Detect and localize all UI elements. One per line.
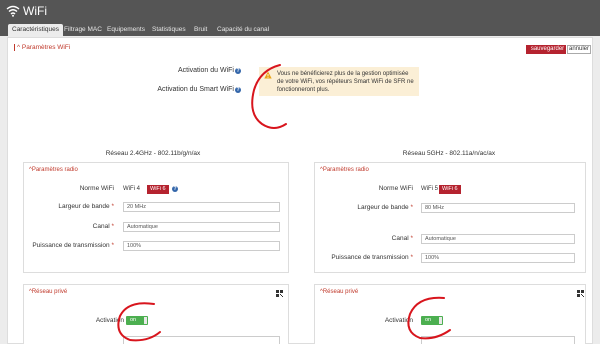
channel-select[interactable]: Automatique: [123, 222, 280, 232]
app-title: WiFi: [6, 4, 47, 18]
private-activation-toggle[interactable]: on: [126, 316, 148, 325]
warning-icon: [264, 71, 272, 79]
channel-label: Canal *: [391, 235, 413, 242]
bandwidth-select[interactable]: 20 MHz: [123, 202, 280, 212]
private-network-title[interactable]: ^Réseau privé: [320, 289, 358, 295]
radio-panel-24ghz: ^Paramètres radio Norme WiFi WiFi 4 WiFi…: [23, 162, 289, 273]
private-activation-toggle[interactable]: on: [421, 316, 443, 325]
wifi-icon: [6, 5, 20, 17]
network-5ghz-title: Réseau 5GHz - 802.11a/n/ac/ax: [402, 150, 496, 157]
info-icon[interactable]: ?: [172, 186, 178, 192]
norme-wifi-value: WiFi 4: [123, 186, 140, 192]
private-activation-label: Activation: [95, 317, 124, 324]
ssid-input[interactable]: [421, 336, 575, 344]
params-section-title[interactable]: ^ Paramètres WiFi: [14, 44, 70, 51]
tab-filtrage-mac[interactable]: Filtrage MAC: [60, 24, 106, 36]
wifi-activation-label: Activation du WiFi: [177, 67, 234, 74]
radio-section-title[interactable]: ^Paramètres radio: [29, 167, 78, 173]
private-network-title[interactable]: ^Réseau privé: [29, 289, 67, 295]
norme-wifi-tag: WiFi 6: [439, 185, 461, 194]
power-select[interactable]: 100%: [421, 253, 575, 263]
qr-code-icon[interactable]: [276, 290, 283, 297]
warning-text: Vous ne bénéficierez plus de la gestion …: [277, 71, 414, 93]
save-button[interactable]: sauvegarder: [526, 45, 566, 54]
tab-statistiques[interactable]: Statistiques: [148, 24, 190, 36]
network-24ghz-title: Réseau 2.4GHz - 802.11b/g/n/ax: [105, 150, 201, 157]
private-network-panel-5ghz: ^Réseau privé Activation on: [314, 284, 586, 344]
norme-wifi-value: WiFi 5: [421, 186, 438, 192]
radio-panel-5ghz: ^Paramètres radio Norme WiFi WiFi 5 WiFi…: [314, 162, 586, 273]
power-select[interactable]: 100%: [123, 241, 280, 251]
radio-section-title[interactable]: ^Paramètres radio: [320, 167, 369, 173]
smart-wifi-label: Activation du Smart WiFi: [157, 86, 234, 93]
top-bar: WiFi: [0, 0, 600, 22]
tab-caracteristiques[interactable]: Caractéristiques: [8, 24, 63, 36]
power-label: Puissance de transmission *: [32, 242, 114, 249]
info-icon[interactable]: ?: [235, 68, 241, 74]
norme-wifi-label: Norme WiFi: [378, 185, 413, 192]
power-label: Puissance de transmission *: [331, 254, 413, 261]
bandwidth-select[interactable]: 80 MHz: [421, 203, 575, 213]
norme-wifi-tag: WiFi 6: [147, 185, 169, 194]
channel-select[interactable]: Automatique: [421, 234, 575, 244]
cancel-button[interactable]: annuler: [567, 45, 591, 54]
bandwidth-label: Largeur de bande *: [58, 203, 114, 210]
qr-code-icon[interactable]: [577, 290, 584, 297]
tab-bar: Caractéristiques Filtrage MAC Equipement…: [0, 22, 600, 36]
tab-capacite-canal[interactable]: Capacité du canal: [213, 24, 273, 36]
tab-bruit[interactable]: Bruit: [190, 24, 211, 36]
ssid-input[interactable]: [123, 336, 280, 344]
norme-wifi-label: Norme WiFi: [79, 185, 114, 192]
main-content: ^ Paramètres WiFi sauvegarder annuler Ac…: [7, 37, 593, 344]
app-title-text: WiFi: [23, 4, 47, 18]
info-icon[interactable]: ?: [235, 87, 241, 93]
private-activation-label: Activation: [384, 317, 413, 324]
bandwidth-label: Largeur de bande *: [357, 204, 413, 211]
private-network-panel-24ghz: ^Réseau privé Activation on: [23, 284, 289, 344]
channel-label: Canal *: [92, 223, 114, 230]
smart-wifi-warning: Vous ne bénéficierez plus de la gestion …: [259, 67, 419, 96]
tab-equipements[interactable]: Equipements: [103, 24, 149, 36]
